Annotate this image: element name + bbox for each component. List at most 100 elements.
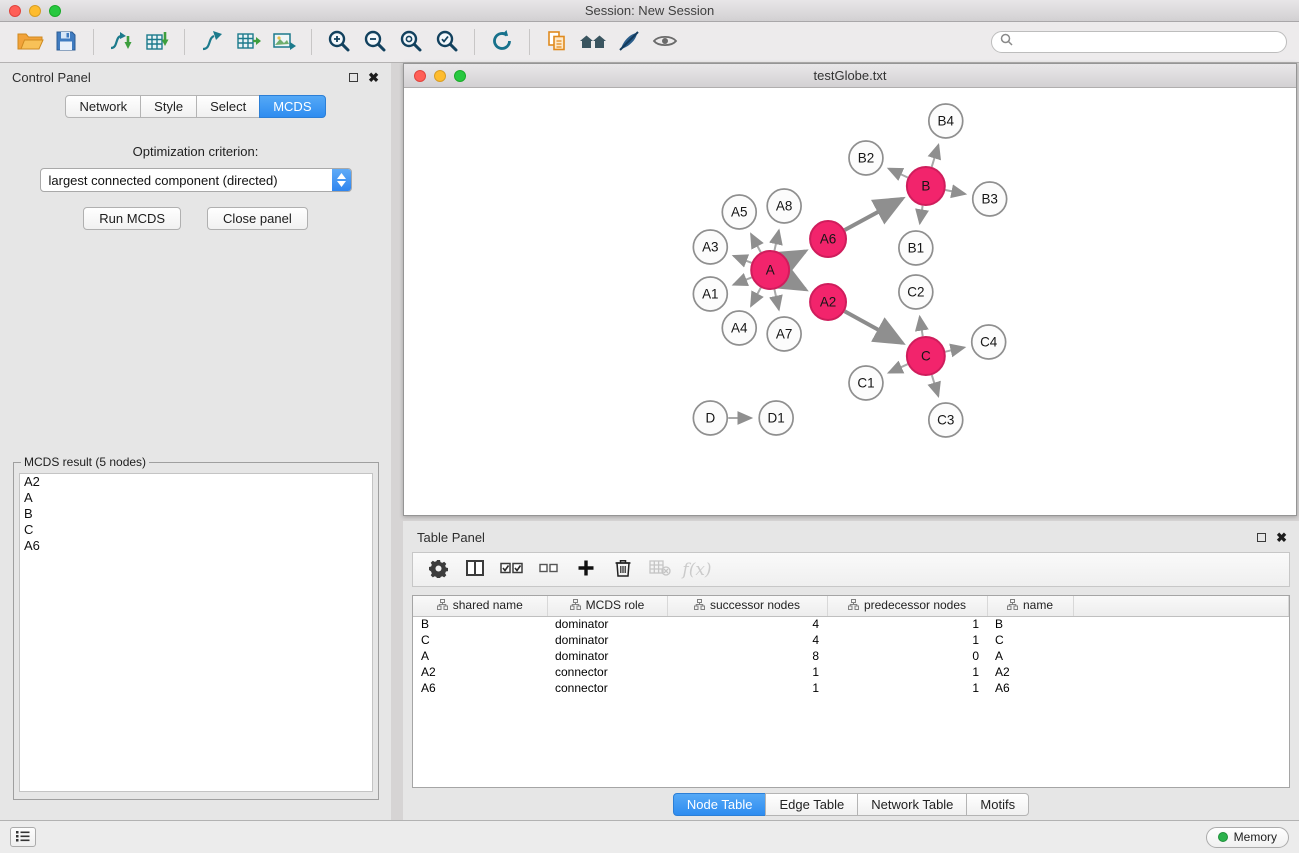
node-A8[interactable]: A8 bbox=[767, 189, 801, 223]
edge-B-B1[interactable] bbox=[920, 206, 923, 224]
tab-motifs[interactable]: Motifs bbox=[966, 793, 1029, 816]
show-graphics-details-button[interactable] bbox=[647, 26, 683, 58]
column-header-name[interactable]: name bbox=[987, 596, 1073, 616]
show-panels-button[interactable] bbox=[10, 827, 36, 847]
style-brush-button[interactable] bbox=[611, 26, 647, 58]
tab-network[interactable]: Network bbox=[65, 95, 141, 118]
edge-A2-C[interactable] bbox=[845, 311, 903, 343]
edge-B-B4[interactable] bbox=[932, 145, 939, 167]
column-header-predecessor-nodes[interactable]: predecessor nodes bbox=[827, 596, 987, 616]
zoom-in-button[interactable] bbox=[321, 26, 357, 58]
table-cell[interactable]: 1 bbox=[827, 632, 987, 648]
table-cell[interactable]: 1 bbox=[667, 680, 827, 696]
zoom-fit-button[interactable] bbox=[393, 26, 429, 58]
table-cell[interactable]: A6 bbox=[987, 680, 1073, 696]
node-C[interactable]: C bbox=[907, 337, 945, 375]
edge-B-B2[interactable] bbox=[889, 169, 908, 178]
table-mode-button[interactable] bbox=[423, 556, 453, 584]
edge-A-A4[interactable] bbox=[751, 288, 761, 306]
table-cell[interactable]: A2 bbox=[413, 664, 547, 680]
table-cell[interactable]: A2 bbox=[987, 664, 1073, 680]
node-A7[interactable]: A7 bbox=[767, 317, 801, 351]
table-cell[interactable]: dominator bbox=[547, 632, 667, 648]
edge-A-A6[interactable] bbox=[788, 251, 805, 260]
table-cell[interactable]: B bbox=[413, 616, 547, 632]
table-cell[interactable]: 1 bbox=[827, 616, 987, 632]
table-row[interactable]: Cdominator41C bbox=[413, 632, 1289, 648]
edge-C-C4[interactable] bbox=[945, 347, 964, 351]
tab-select[interactable]: Select bbox=[196, 95, 260, 118]
node-B1[interactable]: B1 bbox=[899, 231, 933, 265]
new-network-from-selection-button[interactable] bbox=[539, 26, 575, 58]
float-panel-icon[interactable] bbox=[349, 73, 358, 82]
table-cell[interactable]: 4 bbox=[667, 632, 827, 648]
table-cell[interactable]: A6 bbox=[413, 680, 547, 696]
table-cell[interactable]: 1 bbox=[667, 664, 827, 680]
table-row[interactable]: A2connector11A2 bbox=[413, 664, 1289, 680]
column-header-shared-name[interactable]: shared name bbox=[413, 596, 547, 616]
node-A3[interactable]: A3 bbox=[693, 230, 727, 264]
tab-style[interactable]: Style bbox=[140, 95, 197, 118]
node-B2[interactable]: B2 bbox=[849, 141, 883, 175]
node-B4[interactable]: B4 bbox=[929, 104, 963, 138]
edge-B-B3[interactable] bbox=[945, 190, 965, 194]
node-C4[interactable]: C4 bbox=[972, 325, 1006, 359]
delete-column-button[interactable] bbox=[608, 556, 638, 584]
node-A4[interactable]: A4 bbox=[722, 311, 756, 345]
node-A5[interactable]: A5 bbox=[722, 195, 756, 229]
mcds-result-item[interactable]: A6 bbox=[20, 538, 372, 554]
table-cell[interactable]: 1 bbox=[827, 680, 987, 696]
node-C1[interactable]: C1 bbox=[849, 366, 883, 400]
close-panel-button[interactable]: Close panel bbox=[207, 207, 308, 230]
mcds-result-item[interactable]: A2 bbox=[20, 474, 372, 490]
table-row[interactable]: A6connector11A6 bbox=[413, 680, 1289, 696]
node-D1[interactable]: D1 bbox=[759, 401, 793, 435]
edge-C-C2[interactable] bbox=[920, 317, 923, 337]
mcds-result-item[interactable]: B bbox=[20, 506, 372, 522]
function-builder-button[interactable]: f(x) bbox=[682, 556, 712, 584]
zoom-selected-button[interactable] bbox=[429, 26, 465, 58]
edge-A-A1[interactable] bbox=[733, 277, 751, 284]
table-cell[interactable]: 4 bbox=[667, 616, 827, 632]
column-header-MCDS-role[interactable]: MCDS role bbox=[547, 596, 667, 616]
edge-A-A2[interactable] bbox=[788, 280, 806, 290]
table-cell[interactable]: C bbox=[987, 632, 1073, 648]
table-cell[interactable]: dominator bbox=[547, 648, 667, 664]
apply-layout-button[interactable] bbox=[484, 26, 520, 58]
search-field[interactable] bbox=[991, 31, 1287, 53]
home-view-button[interactable] bbox=[575, 26, 611, 58]
search-input[interactable] bbox=[1018, 35, 1278, 49]
table-cell[interactable]: connector bbox=[547, 664, 667, 680]
deselect-all-button[interactable] bbox=[534, 556, 564, 584]
memory-button[interactable]: Memory bbox=[1206, 827, 1289, 848]
select-all-button[interactable] bbox=[497, 556, 527, 584]
table-cell[interactable]: B bbox=[987, 616, 1073, 632]
delete-table-button[interactable] bbox=[645, 556, 675, 584]
tab-network-table[interactable]: Network Table bbox=[857, 793, 967, 816]
table-cell[interactable]: connector bbox=[547, 680, 667, 696]
table-cell[interactable]: 8 bbox=[667, 648, 827, 664]
edge-C-C1[interactable] bbox=[889, 364, 908, 373]
column-header-successor-nodes[interactable]: successor nodes bbox=[667, 596, 827, 616]
import-network-button[interactable] bbox=[103, 26, 139, 58]
mcds-result-list[interactable]: A2ABCA6 bbox=[19, 473, 373, 792]
mcds-result-item[interactable]: A bbox=[20, 490, 372, 506]
edge-A6-B[interactable] bbox=[845, 199, 902, 230]
show-columns-button[interactable] bbox=[460, 556, 490, 584]
node-B[interactable]: B bbox=[907, 167, 945, 205]
import-table-button[interactable] bbox=[139, 26, 175, 58]
zoom-out-button[interactable] bbox=[357, 26, 393, 58]
export-network-button[interactable] bbox=[194, 26, 230, 58]
create-column-button[interactable] bbox=[571, 556, 601, 584]
edge-A-A8[interactable] bbox=[774, 230, 778, 250]
table-row[interactable]: Bdominator41B bbox=[413, 616, 1289, 632]
table-row[interactable]: Adominator80A bbox=[413, 648, 1289, 664]
tab-mcds[interactable]: MCDS bbox=[259, 95, 325, 118]
table-cell[interactable]: A bbox=[987, 648, 1073, 664]
export-image-button[interactable] bbox=[266, 26, 302, 58]
table-cell[interactable]: 1 bbox=[827, 664, 987, 680]
tab-edge-table[interactable]: Edge Table bbox=[765, 793, 858, 816]
float-table-panel-icon[interactable] bbox=[1257, 533, 1266, 542]
edge-A-A7[interactable] bbox=[774, 290, 778, 310]
criterion-dropdown[interactable]: largest connected component (directed) bbox=[40, 168, 352, 192]
